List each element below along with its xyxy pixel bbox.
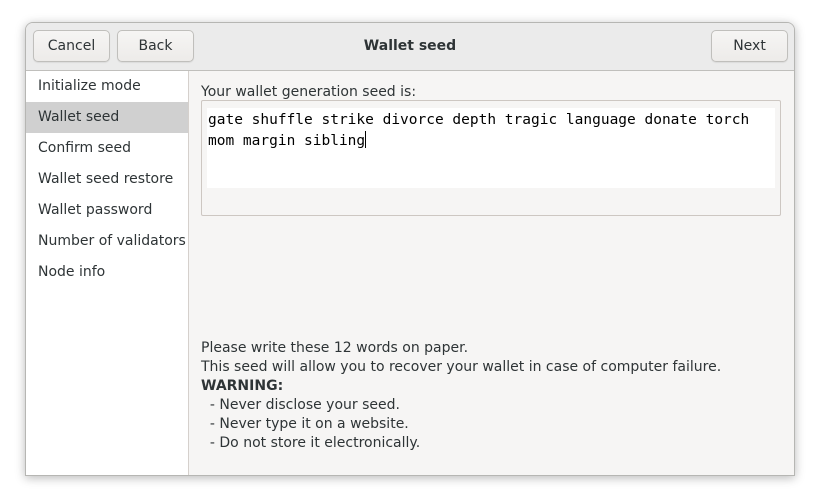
wallet-setup-window: Cancel Back Wallet seed Next Initialize … <box>25 22 795 476</box>
info-line-write: Please write these 12 words on paper. <box>201 340 469 356</box>
header-bar: Cancel Back Wallet seed Next <box>26 23 794 71</box>
sidebar-item-wallet-seed-restore[interactable]: Wallet seed restore <box>26 164 188 195</box>
warning-item: - Never type it on a website. <box>201 416 409 432</box>
sidebar-item-wallet-password[interactable]: Wallet password <box>26 195 188 226</box>
info-line-recover: This seed will allow you to recover your… <box>201 359 722 375</box>
seed-textview[interactable]: gate shuffle strike divorce depth tragic… <box>207 108 775 188</box>
sidebar-item-initialize-mode[interactable]: Initialize mode <box>26 71 188 102</box>
window-title: Wallet seed <box>363 38 457 54</box>
cancel-button[interactable]: Cancel <box>33 30 110 62</box>
warning-item: - Never disclose your seed. <box>201 397 400 413</box>
sidebar: Initialize mode Wallet seed Confirm seed… <box>26 71 189 475</box>
sidebar-item-number-of-validators[interactable]: Number of validators <box>26 226 188 257</box>
back-button[interactable]: Back <box>117 30 194 62</box>
seed-label: Your wallet generation seed is: <box>201 84 419 100</box>
main-content: Your wallet generation seed is: gate shu… <box>189 71 794 475</box>
sidebar-item-confirm-seed[interactable]: Confirm seed <box>26 133 188 164</box>
seed-text: gate shuffle strike divorce depth tragic… <box>208 112 758 149</box>
sidebar-item-node-info[interactable]: Node info <box>26 257 188 288</box>
info-text: Please write these 12 words on paper. Th… <box>201 339 721 453</box>
sidebar-item-wallet-seed[interactable]: Wallet seed <box>26 102 188 133</box>
warning-heading: WARNING: <box>201 378 284 394</box>
next-button[interactable]: Next <box>711 30 788 62</box>
warning-item: - Do not store it electronically. <box>201 435 421 451</box>
text-cursor <box>365 131 367 148</box>
